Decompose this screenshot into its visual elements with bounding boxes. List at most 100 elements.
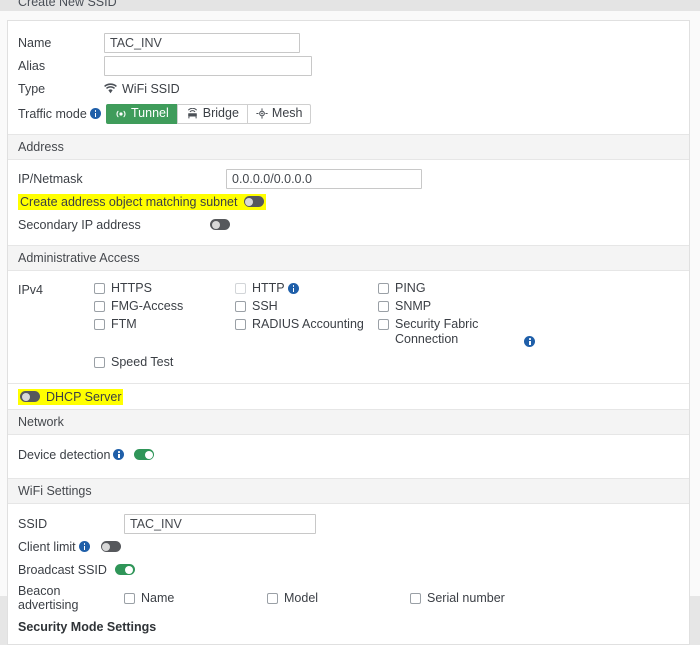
checkbox-label: Speed Test [111,355,174,369]
security-mode-settings-heading: Security Mode Settings [18,620,157,634]
checkbox-box [235,301,246,312]
dhcp-server-toggle[interactable] [20,391,40,402]
admin-access-section-body: IPv4 HTTPS FMG-Access FTM HTTP SSH RADIU… [8,271,689,383]
admin-access-grid: IPv4 HTTPS FMG-Access FTM HTTP SSH RADIU… [8,281,689,347]
client-limit-row: Client limit [8,535,689,558]
create-address-object-toggle[interactable] [243,196,264,207]
checkbox-fmg-access[interactable]: FMG-Access [94,299,235,314]
checkbox-box [267,592,278,604]
info-icon[interactable] [287,283,299,294]
checkbox-label: Serial number [427,590,505,605]
client-limit-label-group: Client limit [18,540,93,554]
checkbox-label: HTTP [252,281,285,295]
checkbox-label: RADIUS Accounting [252,317,364,331]
dhcp-server-highlight: DHCP Server [18,388,124,405]
info-icon[interactable] [113,449,125,460]
device-detection-toggle[interactable] [134,449,155,460]
wifi-icon [104,83,117,94]
secondary-ip-row: Secondary IP address [8,213,689,236]
traffic-mode-bridge-label: Bridge [202,106,239,120]
ipmask-input[interactable] [226,168,422,189]
checkbox-radius-accounting[interactable]: RADIUS Accounting [235,317,378,332]
ipmask-label: IP/Netmask [18,171,83,186]
checkbox-beacon-serial-number[interactable]: Serial number [410,591,553,606]
checkbox-label: Name [141,590,175,605]
dhcp-server-label: DHCP Server [46,389,122,404]
create-address-object-row: Create address object matching subnet [8,190,689,213]
address-section-body: IP/Netmask Create address object matchin… [8,160,689,245]
secondary-ip-label: Secondary IP address [18,217,141,232]
broadcast-ssid-label-group: Broadcast SSID [18,563,107,577]
checkbox-ssh[interactable]: SSH [235,299,378,314]
checkbox-box [94,301,105,312]
info-icon[interactable] [78,541,90,552]
access-point-icon [186,108,199,119]
speed-test-column: Speed Test [94,355,235,370]
checkbox-label: FMG-Access [111,299,184,313]
checkbox-beacon-model[interactable]: Model [267,591,410,606]
ssid-form-card: Name Alias Type WiFi SSID [7,20,690,645]
traffic-mode-bridge-button[interactable]: Bridge [176,103,248,124]
traffic-mode-tunnel-button[interactable]: Tunnel [106,103,178,124]
dialog-title: Create New SSID [18,0,117,9]
type-row: Type WiFi SSID [8,77,689,100]
traffic-mode-label: Traffic mode [18,106,87,121]
broadcast-ssid-toggle[interactable] [114,564,135,575]
basic-settings-section: Name Alias Type WiFi SSID [8,21,689,134]
checkbox-https[interactable]: HTTPS [94,281,235,296]
beacon-option-name: Name [124,591,267,606]
ipmask-row: IP/Netmask [8,167,689,190]
device-detection-label: Device detection [18,447,111,462]
info-icon[interactable] [89,108,101,119]
beacon-option-model: Model [267,591,410,606]
checkbox-ftm[interactable]: FTM [94,317,235,332]
admin-access-section-header: Administrative Access [8,245,689,271]
client-limit-label: Client limit [18,539,76,554]
ssid-input[interactable] [124,513,316,534]
checkbox-box [378,283,389,294]
wifi-settings-section-body: SSID Client limit Broadcast SSID [8,504,689,644]
traffic-mode-mesh-button[interactable]: Mesh [246,103,312,124]
checkbox-security-fabric-connection[interactable]: Security Fabric Connection [378,317,538,347]
checkbox-label: PING [395,281,426,295]
wifi-settings-section-header: WiFi Settings [8,478,689,504]
ssid-row: SSID [8,512,689,535]
checkbox-box [378,319,389,330]
dialog-body: Name Alias Type WiFi SSID [0,11,700,645]
dhcp-server-row: DHCP Server [8,383,689,409]
create-address-object-highlight: Create address object matching subnet [18,193,266,210]
checkbox-box [235,283,246,294]
checkbox-beacon-name[interactable]: Name [124,591,267,606]
name-label: Name [18,35,52,50]
checkbox-box [235,319,246,330]
beacon-advertising-label: Beacon advertising [18,584,79,612]
checkbox-snmp[interactable]: SNMP [378,299,538,314]
admin-access-column-1: HTTPS FMG-Access FTM [94,281,235,347]
ssid-label: SSID [18,516,48,531]
device-detection-label-group: Device detection [18,448,127,462]
device-detection-row: Device detection [8,443,689,466]
network-section-header: Network [8,409,689,435]
checkbox-box [94,283,105,294]
traffic-mode-label-group: Traffic mode [18,107,104,121]
checkbox-speed-test[interactable]: Speed Test [94,355,235,370]
checkbox-box [410,592,421,604]
alias-row: Alias [8,54,689,77]
checkbox-http[interactable]: HTTP [235,281,378,296]
alias-input[interactable] [104,55,312,76]
name-input[interactable] [104,32,300,53]
traffic-mode-row: Traffic mode Tunnel Bridge Mesh [8,102,689,125]
traffic-mode-mesh-label: Mesh [271,106,303,120]
checkbox-label: Security Fabric Connection [395,317,479,346]
traffic-mode-tunnel-label: Tunnel [131,106,169,120]
type-label: Type [18,81,46,96]
checkbox-label: SNMP [395,299,432,313]
info-icon[interactable] [524,336,535,347]
secondary-ip-toggle[interactable] [210,219,230,230]
broadcast-ssid-label: Broadcast SSID [18,562,107,577]
client-limit-toggle[interactable] [100,541,121,552]
traffic-mode-button-group: Tunnel Bridge Mesh [106,103,312,124]
checkbox-ping[interactable]: PING [378,281,538,296]
tunnel-icon [115,109,127,119]
network-section-body: Device detection [8,435,689,478]
